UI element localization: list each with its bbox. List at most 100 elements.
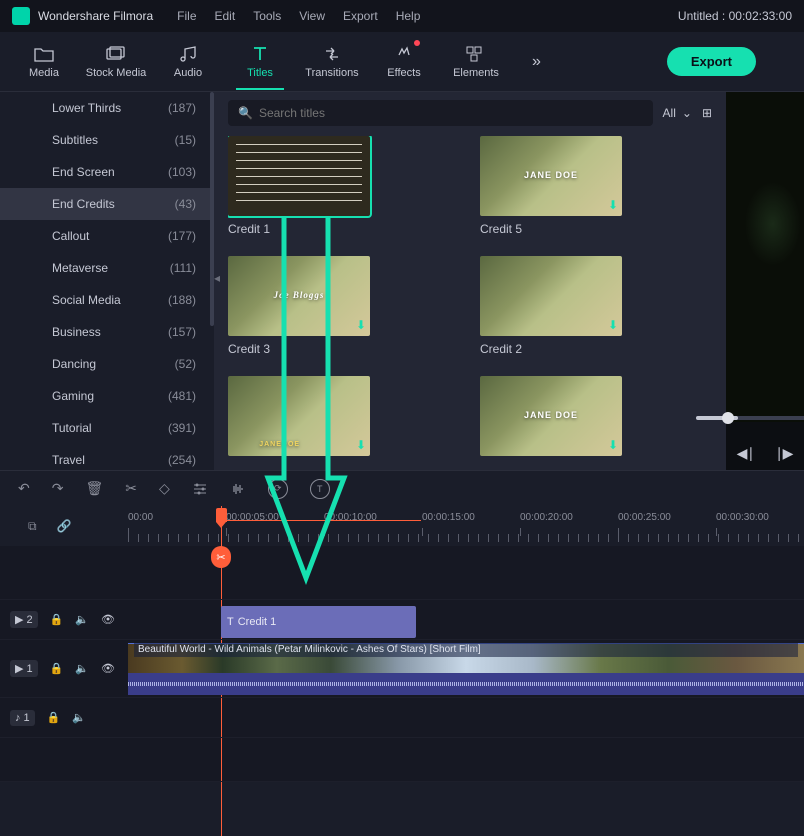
lock-icon[interactable]: 🔒 (50, 662, 64, 675)
preview-controls: ◀∣ ∣▶ (726, 445, 804, 462)
music-icon (178, 45, 198, 63)
track-body-title[interactable]: TCredit 1 (128, 600, 804, 639)
mute-icon[interactable]: 🔈 (75, 613, 89, 626)
sidebar-item-subtitles[interactable]: Subtitles(15) (0, 124, 214, 156)
timeline-tracks: ▶ 2 🔒 🔈 👁 TCredit 1 ▶ 1 🔒 🔈 👁 Beautiful … (0, 546, 804, 782)
adjust-button[interactable] (192, 482, 208, 496)
download-icon[interactable]: ⬇ (356, 438, 366, 452)
tab-effects[interactable]: Effects (368, 34, 440, 90)
preview-panel: ◀∣ ∣▶ (726, 92, 804, 470)
timeline-ruler[interactable]: 00:00 00:00:05:00 00:00:10:00 00:00:15:0… (128, 506, 804, 546)
lock-icon[interactable]: 🔒 (50, 613, 64, 626)
thumb-credit-2[interactable]: ⬇Credit 2 (480, 256, 712, 356)
menu-export[interactable]: Export (343, 9, 378, 23)
audio-waveform[interactable] (128, 673, 804, 695)
menu-edit[interactable]: Edit (215, 9, 236, 23)
sidebar-item-travel[interactable]: Travel(254) (0, 444, 214, 470)
collapse-sidebar-button[interactable]: ◂ (212, 260, 222, 296)
sidebar-item-gaming[interactable]: Gaming(481) (0, 380, 214, 412)
notification-dot-icon (414, 40, 420, 46)
sidebar-item-end-screen[interactable]: End Screen(103) (0, 156, 214, 188)
search-box[interactable]: 🔍 (228, 100, 653, 126)
crop-button[interactable]: ◇ (159, 480, 170, 497)
thumb-credit-4[interactable]: JANE DOE⬇Credit 4 (480, 376, 712, 462)
copy-button[interactable]: ⧉ (28, 519, 37, 534)
download-icon[interactable]: ⬇ (608, 438, 618, 452)
undo-button[interactable]: ↶ (18, 480, 30, 497)
track-body-video[interactable]: Beautiful World - Wild Animals (Petar Mi… (128, 640, 804, 697)
tab-media[interactable]: Media (8, 34, 80, 90)
menu-help[interactable]: Help (396, 9, 421, 23)
sidebar-item-end-credits[interactable]: End Credits(43) (0, 188, 214, 220)
download-icon[interactable]: ⬇ (608, 198, 618, 212)
title-clip-icon: T (227, 616, 234, 628)
tab-stock-media[interactable]: Stock Media (80, 34, 152, 90)
tab-audio[interactable]: Audio (152, 34, 224, 90)
playhead-handle[interactable] (216, 508, 227, 522)
export-button[interactable]: Export (667, 47, 756, 76)
sidebar-item-dancing[interactable]: Dancing(52) (0, 348, 214, 380)
speed-button[interactable]: ⟳ (268, 479, 288, 499)
download-icon[interactable]: ⬇ (608, 318, 618, 332)
redo-button[interactable]: ↷ (52, 480, 64, 497)
thumb-credit-6[interactable]: JANEDOE⬇Credit 6 (228, 376, 460, 462)
clip-credit-1[interactable]: TCredit 1 (221, 606, 416, 638)
chevron-down-icon: ⌄ (682, 106, 692, 120)
tab-titles[interactable]: Titles (224, 34, 296, 90)
thumb-credit-3[interactable]: Joe Bloggs⬇Credit 3 (228, 256, 460, 356)
menu-bar: File Edit Tools View Export Help (177, 9, 420, 23)
timeline-ruler-row: ⧉ 🔗 00:00 00:00:05:00 00:00:10:00 00:00:… (0, 506, 804, 546)
thumb-image: JANE DOE⬇ (480, 136, 622, 216)
mute-icon[interactable]: 🔈 (75, 662, 89, 675)
ruler-tick: 00:00 (128, 512, 153, 523)
link-button[interactable]: 🔗 (57, 519, 72, 533)
thumb-credit-5[interactable]: JANE DOE⬇Credit 5 (480, 136, 712, 236)
thumb-image (228, 136, 370, 216)
volume-slider[interactable] (696, 416, 804, 420)
sidebar-item-social-media[interactable]: Social Media(188) (0, 284, 214, 316)
audio-wave-button[interactable] (230, 482, 246, 496)
preview-canvas (726, 92, 804, 422)
ruler-tick: 00:00:30:00 (716, 512, 769, 523)
sidebar-item-lower-thirds[interactable]: Lower Thirds(187) (0, 92, 214, 124)
split-button[interactable]: ✂ (125, 480, 137, 497)
menu-file[interactable]: File (177, 9, 196, 23)
browser-toolbar: 🔍 All⌄ ⊞ (228, 100, 712, 126)
ruler-tick: 00:00:10:00 (324, 512, 377, 523)
track-body-audio[interactable] (128, 698, 804, 737)
thumb-credit-1[interactable]: Credit 1 (228, 136, 460, 236)
lock-icon[interactable]: 🔒 (47, 711, 61, 724)
marker-button[interactable]: T (310, 479, 330, 499)
sidebar-item-metaverse[interactable]: Metaverse(111) (0, 252, 214, 284)
menu-tools[interactable]: Tools (253, 9, 281, 23)
ruler-left-tools: ⧉ 🔗 (0, 519, 128, 534)
mute-icon[interactable]: 🔈 (72, 711, 86, 724)
thumbnail-grid: Credit 1 JANE DOE⬇Credit 5 Joe Bloggs⬇Cr… (228, 136, 712, 462)
video-clip[interactable]: Beautiful World - Wild Animals (Petar Mi… (128, 643, 804, 673)
folder-icon (34, 45, 54, 63)
track-video: ▶ 1 🔒 🔈 👁 Beautiful World - Wild Animals… (0, 640, 804, 698)
tab-transitions[interactable]: Transitions (296, 34, 368, 90)
sidebar-item-tutorial[interactable]: Tutorial(391) (0, 412, 214, 444)
prev-frame-button[interactable]: ◀∣ (737, 445, 755, 462)
ruler-tick: 00:00:15:00 (422, 512, 475, 523)
search-input[interactable] (259, 106, 643, 120)
next-frame-button[interactable]: ∣▶ (776, 445, 794, 462)
filter-dropdown[interactable]: All⌄ (663, 106, 692, 120)
thumb-image: Joe Bloggs⬇ (228, 256, 370, 336)
visibility-icon[interactable]: 👁 (101, 613, 115, 626)
more-tabs-button[interactable]: » (532, 53, 541, 71)
download-icon[interactable]: ⬇ (356, 318, 366, 332)
grid-view-toggle[interactable]: ⊞ (702, 106, 712, 120)
delete-button[interactable]: 🗑 (85, 480, 103, 497)
track-empty (0, 738, 804, 782)
track-type-badge: ♪ 1 (10, 710, 35, 726)
menu-view[interactable]: View (299, 9, 325, 23)
sidebar-item-business[interactable]: Business(157) (0, 316, 214, 348)
volume-slider-knob[interactable] (722, 412, 734, 424)
stock-icon (106, 45, 126, 63)
sidebar-item-callout[interactable]: Callout(177) (0, 220, 214, 252)
tab-elements[interactable]: Elements (440, 34, 512, 90)
visibility-icon[interactable]: 👁 (101, 662, 115, 675)
track-audio: ♪ 1 🔒 🔈 (0, 698, 804, 738)
